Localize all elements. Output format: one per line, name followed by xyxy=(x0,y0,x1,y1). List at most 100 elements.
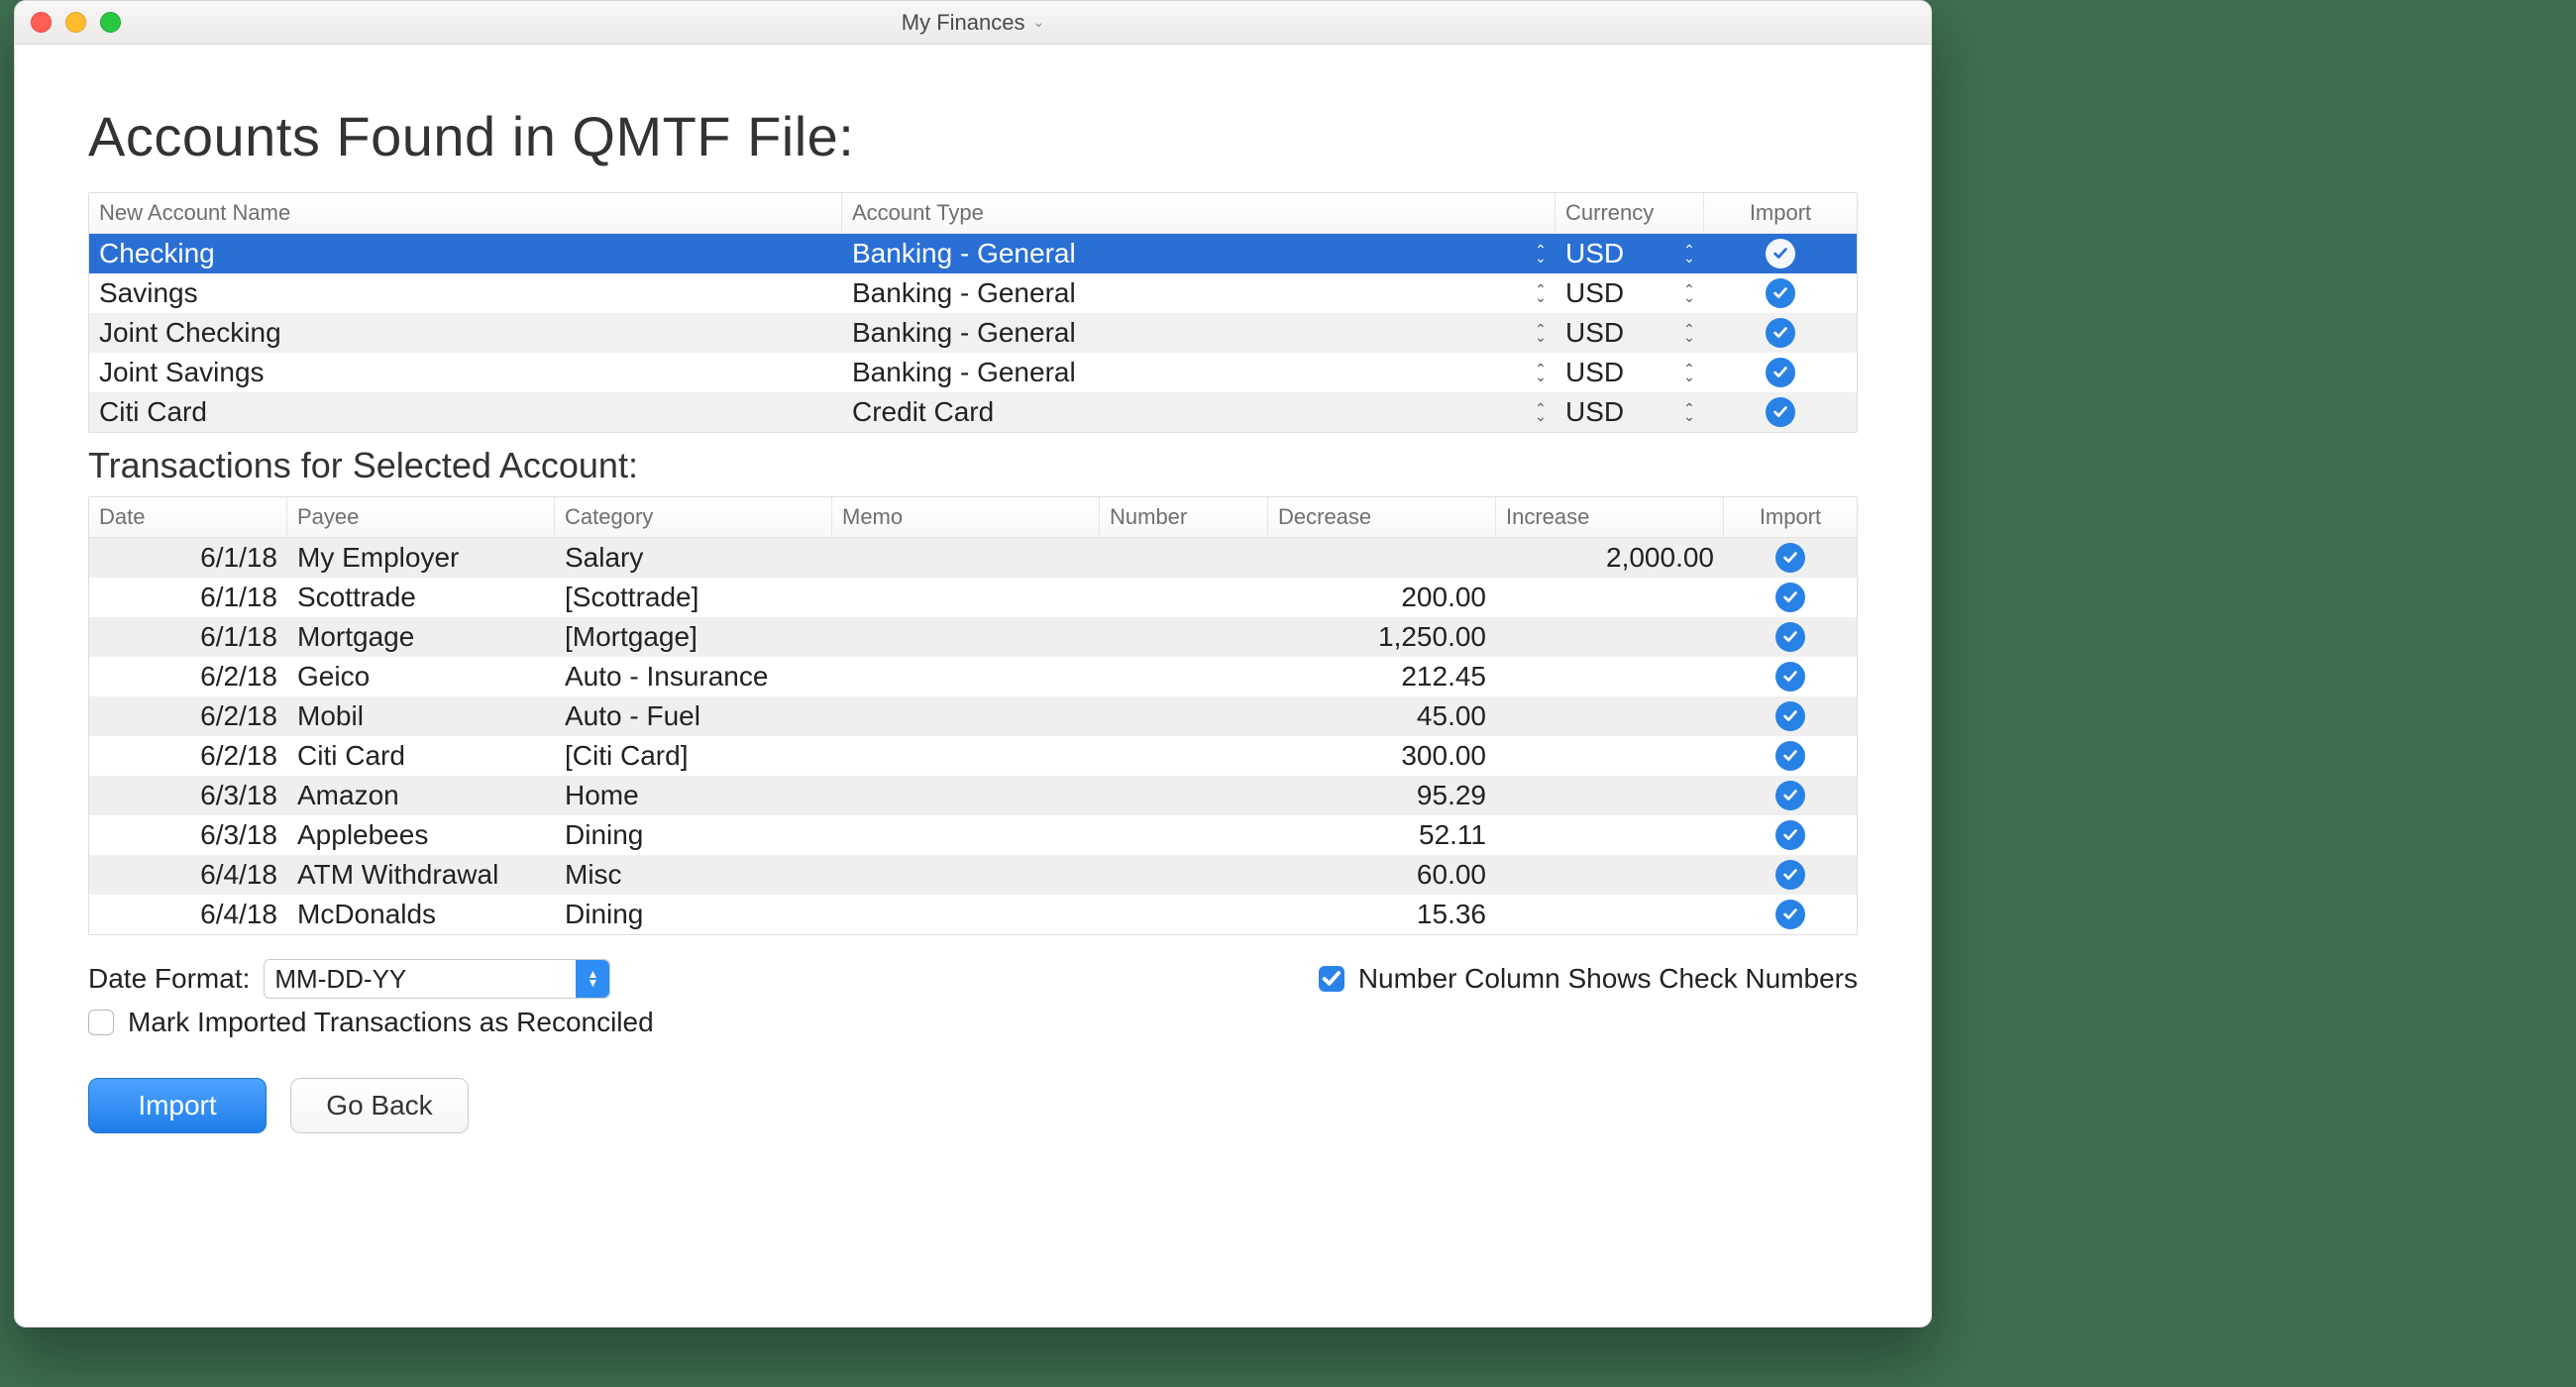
check-icon[interactable] xyxy=(1775,820,1805,850)
account-import-cell xyxy=(1704,273,1857,313)
window-controls xyxy=(31,12,121,33)
col-account-type[interactable]: Account Type xyxy=(842,193,1556,233)
account-row[interactable]: CheckingBanking - General⌃⌄USD⌃⌄ xyxy=(89,234,1857,273)
stepper-icon[interactable]: ⌃⌄ xyxy=(1680,325,1698,341)
check-icon[interactable] xyxy=(1775,701,1805,731)
number-column-checkbox[interactable] xyxy=(1319,966,1344,992)
tx-date: 6/4/18 xyxy=(200,859,277,891)
check-icon[interactable] xyxy=(1766,318,1795,348)
account-currency-cell[interactable]: USD⌃⌄ xyxy=(1556,313,1704,353)
account-currency-cell[interactable]: USD⌃⌄ xyxy=(1556,273,1704,313)
tx-payee-cell: ATM Withdrawal xyxy=(287,855,555,895)
account-name-cell[interactable]: Joint Savings xyxy=(89,353,842,392)
check-icon[interactable] xyxy=(1775,543,1805,573)
tx-category: [Mortgage] xyxy=(565,621,698,653)
tx-decrease: 1,250.00 xyxy=(1378,621,1486,653)
transaction-row[interactable]: 6/2/18MobilAuto - Fuel45.00 xyxy=(89,696,1857,736)
stepper-icon[interactable]: ⌃⌄ xyxy=(1532,246,1550,262)
col-memo[interactable]: Memo xyxy=(832,497,1100,537)
import-button-label: Import xyxy=(138,1090,216,1121)
stepper-icon[interactable]: ⌃⌄ xyxy=(1532,325,1550,341)
col-tx-import[interactable]: Import xyxy=(1724,497,1857,537)
check-icon[interactable] xyxy=(1766,397,1795,427)
chevron-down-icon[interactable]: ⌄ xyxy=(1032,14,1044,31)
stepper-icon[interactable]: ⌃⌄ xyxy=(1532,285,1550,301)
account-type-cell[interactable]: Banking - General ⌃⌄ xyxy=(842,273,1556,313)
stepper-icon[interactable]: ⌃⌄ xyxy=(1680,246,1698,262)
account-row[interactable]: Joint SavingsBanking - General⌃⌄USD⌃⌄ xyxy=(89,353,1857,392)
check-icon[interactable] xyxy=(1775,900,1805,929)
account-type-cell[interactable]: Banking - General ⌃⌄ xyxy=(842,313,1556,353)
check-icon[interactable] xyxy=(1775,662,1805,692)
account-row[interactable]: Joint CheckingBanking - General⌃⌄USD⌃⌄ xyxy=(89,313,1857,353)
tx-payee-cell: Amazon xyxy=(287,776,555,815)
transaction-row[interactable]: 6/1/18Scottrade[Scottrade]200.00 xyxy=(89,578,1857,617)
check-icon[interactable] xyxy=(1766,358,1795,387)
account-currency-cell[interactable]: USD⌃⌄ xyxy=(1556,234,1704,273)
stepper-icon[interactable]: ⌃⌄ xyxy=(1532,404,1550,420)
col-number[interactable]: Number xyxy=(1100,497,1268,537)
stepper-icon[interactable]: ⌃⌄ xyxy=(1680,365,1698,380)
transaction-row[interactable]: 6/4/18McDonaldsDining15.36 xyxy=(89,895,1857,934)
close-icon[interactable] xyxy=(31,12,52,33)
transaction-row[interactable]: 6/2/18Citi Card[Citi Card]300.00 xyxy=(89,736,1857,776)
col-date[interactable]: Date xyxy=(89,497,287,537)
account-type: Banking - General xyxy=(852,277,1076,309)
tx-import-cell xyxy=(1724,776,1857,815)
tx-decrease-cell: 15.36 xyxy=(1268,895,1496,934)
titlebar[interactable]: My Finances ⌄ xyxy=(15,1,1931,45)
go-back-button[interactable]: Go Back xyxy=(290,1078,469,1133)
account-name-cell[interactable]: Checking xyxy=(89,234,842,273)
check-icon[interactable] xyxy=(1766,239,1795,268)
col-payee[interactable]: Payee xyxy=(287,497,555,537)
date-format-select[interactable]: MM-DD-YY ▲▼ xyxy=(264,959,610,999)
tx-import-cell xyxy=(1724,657,1857,696)
account-name-cell[interactable]: Citi Card xyxy=(89,392,842,432)
tx-category-cell: Misc xyxy=(555,855,832,895)
account-currency-cell[interactable]: USD⌃⌄ xyxy=(1556,392,1704,432)
account-type-cell[interactable]: Banking - General⌃⌄ xyxy=(842,353,1556,392)
check-icon[interactable] xyxy=(1766,278,1795,308)
transaction-row[interactable]: 6/3/18ApplebeesDining52.11 xyxy=(89,815,1857,855)
account-name-cell[interactable]: Savings xyxy=(89,273,842,313)
transaction-row[interactable]: 6/2/18GeicoAuto - Insurance212.45 xyxy=(89,657,1857,696)
transaction-row[interactable]: 6/1/18My EmployerSalary2,000.00 xyxy=(89,538,1857,578)
transaction-row[interactable]: 6/4/18ATM WithdrawalMisc60.00 xyxy=(89,855,1857,895)
col-category[interactable]: Category xyxy=(555,497,832,537)
mark-reconciled-checkbox[interactable] xyxy=(88,1010,114,1035)
tx-payee: Geico xyxy=(297,661,370,693)
stepper-icon[interactable]: ⌃⌄ xyxy=(1680,404,1698,420)
check-icon[interactable] xyxy=(1775,781,1805,810)
tx-increase-cell xyxy=(1496,578,1724,617)
tx-category-cell: Dining xyxy=(555,895,832,934)
check-icon[interactable] xyxy=(1775,622,1805,652)
transaction-row[interactable]: 6/1/18Mortgage[Mortgage]1,250.00 xyxy=(89,617,1857,657)
minimize-icon[interactable] xyxy=(65,12,86,33)
account-row[interactable]: SavingsBanking - General⌃⌄USD⌃⌄ xyxy=(89,273,1857,313)
tx-category-cell: [Citi Card] xyxy=(555,736,832,776)
account-currency-cell[interactable]: USD⌃⌄ xyxy=(1556,353,1704,392)
stepper-icon[interactable]: ⌃⌄ xyxy=(1532,365,1550,380)
account-type-cell[interactable]: Banking - General⌃⌄ xyxy=(842,234,1556,273)
stepper-icon[interactable]: ⌃⌄ xyxy=(1680,285,1698,301)
tx-number-cell xyxy=(1100,855,1268,895)
tx-category-cell: [Scottrade] xyxy=(555,578,832,617)
account-name-cell[interactable]: Joint Checking xyxy=(89,313,842,353)
col-account-name[interactable]: New Account Name xyxy=(89,193,842,233)
check-icon[interactable] xyxy=(1775,583,1805,612)
check-icon[interactable] xyxy=(1775,860,1805,890)
col-increase[interactable]: Increase xyxy=(1496,497,1724,537)
tx-date-cell: 6/4/18 xyxy=(89,895,287,934)
col-decrease[interactable]: Decrease xyxy=(1268,497,1496,537)
import-button[interactable]: Import xyxy=(88,1078,267,1133)
tx-import-cell xyxy=(1724,538,1857,578)
check-icon[interactable] xyxy=(1775,741,1805,771)
transaction-row[interactable]: 6/3/18AmazonHome95.29 xyxy=(89,776,1857,815)
col-import[interactable]: Import xyxy=(1704,193,1857,233)
zoom-icon[interactable] xyxy=(100,12,121,33)
account-type: Banking - General xyxy=(852,317,1076,349)
account-row[interactable]: Citi CardCredit Card⌃⌄USD⌃⌄ xyxy=(89,392,1857,432)
col-currency[interactable]: Currency xyxy=(1556,193,1704,233)
account-type-cell[interactable]: Credit Card⌃⌄ xyxy=(842,392,1556,432)
tx-decrease: 212.45 xyxy=(1401,661,1486,693)
